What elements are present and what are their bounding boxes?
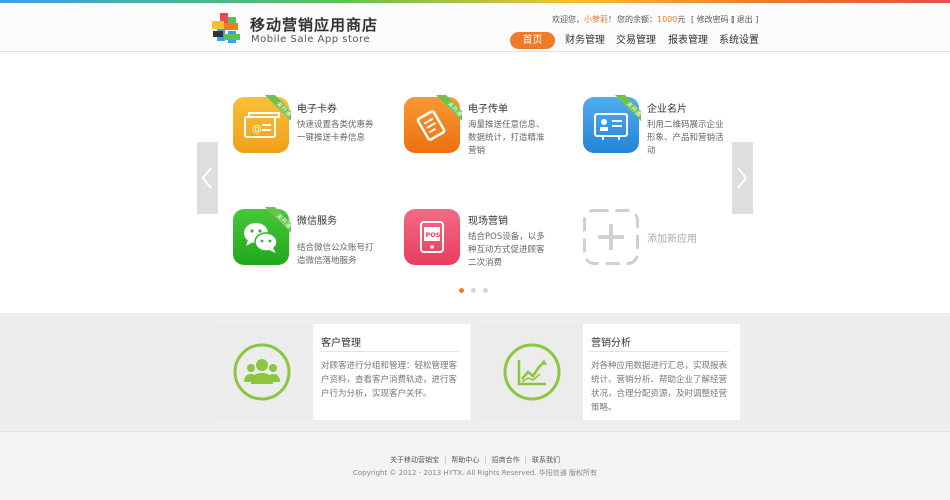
carousel-prev-button[interactable] <box>197 142 218 214</box>
footer-separator: | <box>484 456 487 464</box>
balance-label: 您的余额： <box>617 15 657 24</box>
svg-text:未开通: 未开通 <box>446 100 462 118</box>
footer: 关于移动营销宝 | 帮助中心 | 招商合作 | 联系我们 Copyright © 2012 … <box>0 431 950 500</box>
app-description: 快速设置各类优惠券一键推送卡券信息 <box>297 120 374 143</box>
change-password-link[interactable]: [ 修改密码 ] <box>691 14 734 25</box>
card-description: 对各种应用数据进行汇总，实现报表统计、营销分析、帮助企业了解经营状况，合理分配资… <box>591 361 728 413</box>
account-balance: 您的余额：1000元 <box>617 14 685 25</box>
pos-icon: POS <box>404 209 460 265</box>
feature-card-customer-management[interactable]: 客户管理 对顾客进行分组和管理：轻松管理客户资料，查看客户消费轨迹，进行客户行为… <box>210 324 470 420</box>
pagination-dot-active[interactable] <box>459 288 464 293</box>
app-title: 企业名片 <box>647 104 687 115</box>
app-title: 微信服务 <box>297 216 337 227</box>
nav-transactions[interactable]: 交易管理 <box>616 32 656 49</box>
header: 移动营销应用商店 Mobile Sale App store 欢迎您，小萝莉！ … <box>0 3 950 52</box>
card-description: 对顾客进行分组和管理：轻松管理客户资料，查看客户消费轨迹，进行客户行为分析，实现… <box>321 361 458 399</box>
feature-card-marketing-analysis[interactable]: 营销分析 对各种应用数据进行汇总，实现报表统计、营销分析、帮助企业了解经营状况，… <box>480 324 740 420</box>
footer-link-help[interactable]: 帮助中心 <box>451 456 479 464</box>
carousel-next-button[interactable] <box>732 142 753 214</box>
balance-unit: 元 <box>677 15 686 24</box>
card-icon-area <box>480 324 583 420</box>
svg-text:未开通: 未开通 <box>275 212 291 230</box>
svg-text:POS: POS <box>426 231 441 239</box>
not-activated-ribbon: 未开通 <box>265 95 291 121</box>
features-section <box>0 313 950 431</box>
add-icon <box>583 209 639 265</box>
brand-title: 移动营销应用商店 <box>250 16 379 34</box>
logo-icon[interactable] <box>211 12 243 44</box>
add-new-app-label: 添加新应用 <box>647 234 697 245</box>
app-description: 利用二维码展示企业形象、产品和营销活动 <box>647 120 724 156</box>
card-divider <box>319 351 459 352</box>
footer-link-about[interactable]: 关于移动营销宝 <box>390 456 439 464</box>
not-activated-ribbon: 未开通 <box>436 95 462 121</box>
chevron-right-icon <box>737 167 748 189</box>
footer-separator: | <box>443 456 447 464</box>
welcome-text: 欢迎您， <box>552 15 584 24</box>
analytics-chart-icon <box>503 343 561 401</box>
balance-value: 1000 <box>657 15 678 24</box>
customers-icon <box>233 343 291 401</box>
nav-home[interactable]: 首页 <box>510 32 555 49</box>
nav-settings[interactable]: 系统设置 <box>719 32 759 49</box>
welcome-exclaim: ！ <box>608 15 616 24</box>
svg-text:未开通: 未开通 <box>625 100 641 118</box>
card-title: 客户管理 <box>321 338 361 349</box>
not-activated-ribbon: 未开通 <box>615 95 641 121</box>
footer-link-contact[interactable]: 联系我们 <box>532 456 560 464</box>
footer-separator: | <box>524 456 528 464</box>
svg-text:@: @ <box>252 124 262 135</box>
account-welcome: 欢迎您，小萝莉！ <box>552 14 616 25</box>
card-divider <box>589 351 729 352</box>
brand-subtitle: Mobile Sale App store <box>251 34 371 45</box>
footer-link-partner[interactable]: 招商合作 <box>492 456 520 464</box>
svg-text:未开通: 未开通 <box>275 100 291 118</box>
card-title: 营销分析 <box>591 338 631 349</box>
app-title: 电子卡券 <box>297 104 337 115</box>
copyright-text: Copyright © 2012 - 2013 HYTX. All Rights… <box>352 469 597 477</box>
logout-link[interactable]: [ 退出 ] <box>731 14 758 25</box>
footer-links: 关于移动营销宝 | 帮助中心 | 招商合作 | 联系我们 <box>0 455 950 465</box>
app-title: 现场营销 <box>468 216 508 227</box>
not-activated-ribbon: 未开通 <box>265 207 291 233</box>
card-icon-area <box>210 324 313 420</box>
username[interactable]: 小萝莉 <box>584 15 608 24</box>
app-description: 海量推送任意信息、数据统计，打造精准营销 <box>468 120 545 156</box>
chevron-left-icon <box>201 167 212 189</box>
nav-reports[interactable]: 报表管理 <box>668 32 708 49</box>
app-title: 电子传单 <box>468 104 508 115</box>
app-description: 结合微信公众账号打造微信落地服务 <box>297 243 374 266</box>
pagination-dot[interactable] <box>483 288 488 293</box>
pagination-dot[interactable] <box>471 288 476 293</box>
nav-finance[interactable]: 财务管理 <box>565 32 605 49</box>
app-description: 结合POS设备，以多种互动方式促进顾客二次消费 <box>468 232 545 268</box>
